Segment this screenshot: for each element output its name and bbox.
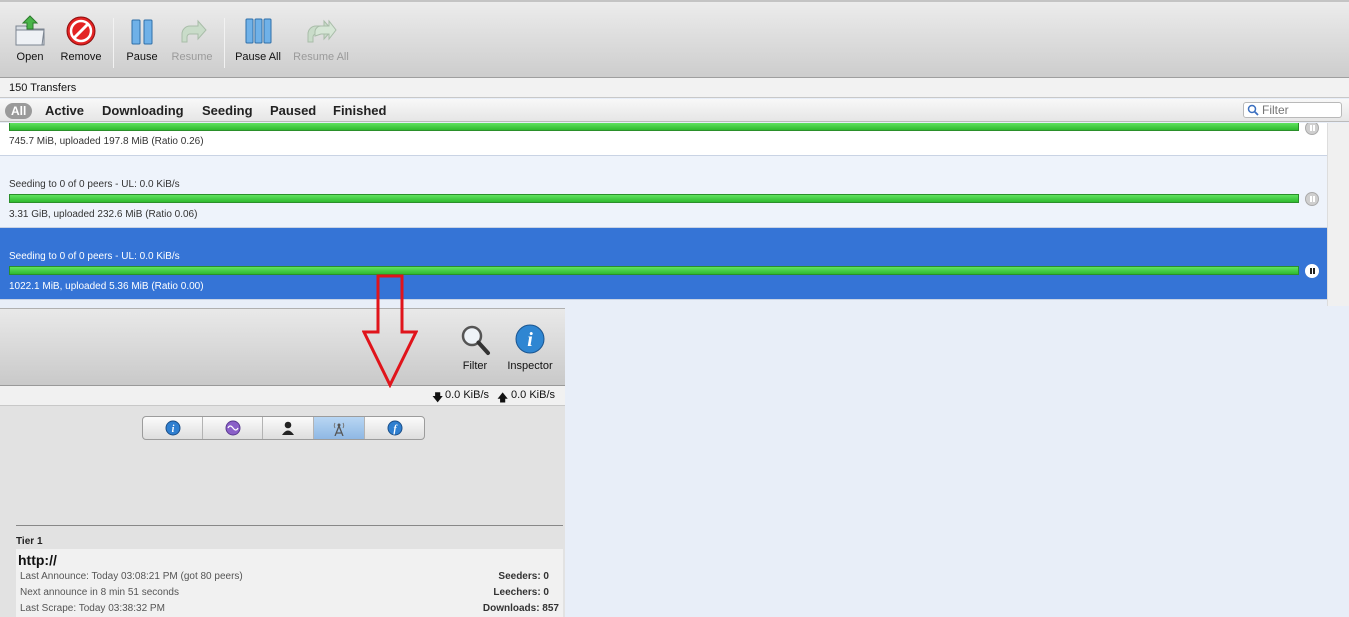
pause-icon xyxy=(126,14,158,48)
leechers-count: Leechers: 0 xyxy=(493,587,549,598)
seeders-count: Seeders: 0 xyxy=(498,571,549,582)
next-announce: Next announce in 8 min 51 seconds xyxy=(20,587,179,598)
resume-icon xyxy=(176,14,208,48)
torrent-summary: 1022.1 MiB, uploaded 5.36 MiB (Ratio 0.0… xyxy=(9,281,204,292)
resume-all-label: Resume All xyxy=(293,51,349,63)
tracker-entry: http:// Last Announce: Today 03:08:21 PM… xyxy=(16,549,563,617)
tab-activity[interactable] xyxy=(203,417,263,439)
activity-icon xyxy=(225,420,241,436)
toolbar-separator xyxy=(113,18,114,68)
tab-finished[interactable]: Finished xyxy=(333,103,386,118)
remove-icon xyxy=(65,14,97,48)
torrent-row-selected[interactable]: Seeding to 0 of 0 peers - UL: 0.0 KiB/s … xyxy=(0,228,1327,300)
filter-bar: All Active Downloading Seeding Paused Fi… xyxy=(0,99,1349,122)
list-scrollbar[interactable] xyxy=(1327,123,1349,306)
pause-all-icon xyxy=(242,14,274,48)
torrent-list: 745.7 MiB, uploaded 197.8 MiB (Ratio 0.2… xyxy=(0,123,1327,308)
tab-paused[interactable]: Paused xyxy=(270,103,316,118)
inspector-button[interactable]: i Inspector xyxy=(505,323,555,372)
search-icon xyxy=(1247,104,1259,116)
svg-text:i: i xyxy=(527,329,533,351)
progress-bar xyxy=(9,194,1299,203)
last-announce: Last Announce: Today 03:08:21 PM (got 80… xyxy=(20,571,243,582)
resume-button[interactable]: Resume xyxy=(170,14,214,63)
pause-all-button[interactable]: Pause All xyxy=(234,14,282,63)
red-arrow-annotation xyxy=(362,274,418,388)
inspector-panel: i f Tier 1 http:// Last Announce: Today … xyxy=(0,406,565,617)
files-icon: f xyxy=(387,420,403,436)
toolbar-separator xyxy=(224,18,225,68)
tab-files[interactable]: f xyxy=(365,417,424,439)
tracker-tier: Tier 1 xyxy=(16,536,43,547)
tab-active[interactable]: Active xyxy=(45,103,84,118)
filter-label: Filter xyxy=(462,360,488,372)
peers-icon xyxy=(282,421,294,435)
pause-all-label: Pause All xyxy=(235,51,281,63)
transmission-web-window: Open Remove Pause Resume Pause All Resum… xyxy=(0,0,1349,617)
svg-text:i: i xyxy=(172,424,175,435)
tab-all[interactable]: All xyxy=(5,103,33,119)
resume-label: Resume xyxy=(171,51,213,63)
trackers-icon xyxy=(333,422,345,436)
progress-bar xyxy=(9,266,1299,275)
magnifier-icon xyxy=(459,323,491,357)
inspector-label: Inspector xyxy=(507,360,553,372)
tab-info[interactable]: i xyxy=(143,417,203,439)
tab-seeding[interactable]: Seeding xyxy=(202,103,253,118)
resume-all-button[interactable]: Resume All xyxy=(292,14,350,63)
pause-torrent-icon[interactable] xyxy=(1305,123,1319,135)
pause-torrent-icon[interactable] xyxy=(1305,264,1319,278)
tab-downloading[interactable]: Downloading xyxy=(102,103,184,118)
resume-all-icon xyxy=(305,14,337,48)
pause-torrent-icon[interactable] xyxy=(1305,192,1319,206)
open-label: Open xyxy=(16,51,44,63)
upload-speed: 0.0 KiB/s xyxy=(511,389,556,401)
tab-trackers[interactable] xyxy=(314,417,365,439)
pause-button[interactable]: Pause xyxy=(123,14,161,63)
download-speed: 0.0 KiB/s xyxy=(445,389,490,401)
torrent-summary: 3.31 GiB, uploaded 232.6 MiB (Ratio 0.06… xyxy=(9,209,198,220)
transfers-count: 150 Transfers xyxy=(0,78,1349,98)
remove-button[interactable]: Remove xyxy=(59,14,103,63)
downloads-count: Downloads: 857 xyxy=(482,603,559,614)
main-toolbar: Open Remove Pause Resume Pause All Resum… xyxy=(0,0,1349,78)
info-icon: i xyxy=(514,323,546,357)
tracker-url: http:// xyxy=(18,552,57,568)
speed-bar: 🡇 0.0 KiB/s 🡅 0.0 KiB/s xyxy=(0,386,565,406)
progress-bar xyxy=(9,123,1299,131)
remove-label: Remove xyxy=(60,51,102,63)
tab-peers[interactable] xyxy=(263,417,314,439)
torrent-summary: 745.7 MiB, uploaded 197.8 MiB (Ratio 0.2… xyxy=(9,136,204,147)
open-folder-icon xyxy=(14,14,46,48)
open-button[interactable]: Open xyxy=(10,14,50,63)
info-icon: i xyxy=(165,420,181,436)
torrent-row[interactable]: Seeding to 0 of 0 peers - UL: 0.0 KiB/s … xyxy=(0,156,1327,228)
bottom-toolbar: Filter i Inspector xyxy=(0,308,565,386)
pause-label: Pause xyxy=(126,51,158,63)
torrent-row[interactable]: 745.7 MiB, uploaded 197.8 MiB (Ratio 0.2… xyxy=(0,123,1327,156)
filter-button[interactable]: Filter xyxy=(458,323,492,372)
torrent-status: Seeding to 0 of 0 peers - UL: 0.0 KiB/s xyxy=(9,251,180,262)
inspector-tabs: i f xyxy=(142,416,425,440)
last-scrape: Last Scrape: Today 03:38:32 PM xyxy=(20,603,165,614)
torrent-status: Seeding to 0 of 0 peers - UL: 0.0 KiB/s xyxy=(9,179,180,190)
section-divider xyxy=(16,525,563,526)
